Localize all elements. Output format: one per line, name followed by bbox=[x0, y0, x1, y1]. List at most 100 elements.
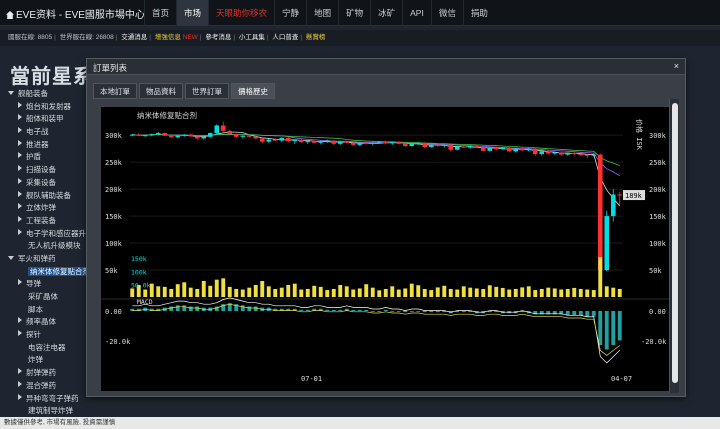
volume-bar bbox=[396, 289, 401, 297]
reference-news-link[interactable]: 參考消息 bbox=[205, 34, 231, 41]
macd-bar bbox=[585, 311, 590, 317]
tab-2[interactable]: 世界訂單 bbox=[185, 83, 229, 99]
traffic-news-link[interactable]: 交通消息 bbox=[121, 34, 147, 41]
nav-item-2[interactable]: 天眼助你移农 bbox=[208, 0, 274, 26]
tree-item[interactable]: 舰船装备 bbox=[0, 88, 92, 101]
nav-item-9[interactable]: 捐助 bbox=[462, 0, 495, 26]
candle-body bbox=[389, 142, 395, 144]
close-button[interactable]: × bbox=[674, 61, 679, 71]
collapsed-arrow-icon[interactable] bbox=[18, 203, 22, 210]
volume-bar bbox=[435, 287, 440, 297]
tree-item[interactable]: 采集设备 bbox=[0, 177, 92, 190]
tree-item[interactable]: 建筑制导炸弹 bbox=[0, 405, 92, 418]
candle-body bbox=[467, 145, 473, 148]
tree-item[interactable]: 频率晶体 bbox=[0, 316, 92, 329]
candle-body bbox=[168, 135, 174, 138]
nav-item-5[interactable]: 矿物 bbox=[338, 0, 370, 26]
macd-bar bbox=[598, 311, 603, 345]
expanded-arrow-icon[interactable] bbox=[8, 91, 14, 95]
tree-item[interactable]: 射弹弹药 bbox=[0, 367, 92, 380]
nav-item-1[interactable]: 市场 bbox=[176, 0, 209, 26]
volume-bar bbox=[572, 287, 577, 297]
collapsed-arrow-icon[interactable] bbox=[18, 190, 22, 197]
tree-item-label: 扫描设备 bbox=[26, 165, 56, 175]
volume-bar bbox=[292, 283, 297, 297]
collapsed-arrow-icon[interactable] bbox=[18, 215, 22, 222]
tree-item[interactable]: 导弹 bbox=[0, 278, 92, 291]
tools-link[interactable]: 小工具集 bbox=[239, 34, 265, 41]
volume-bar bbox=[208, 285, 213, 297]
tree-item[interactable]: 混合弹药 bbox=[0, 380, 92, 393]
tree-item[interactable]: 炮台和发射器 bbox=[0, 101, 92, 114]
tree-item[interactable]: 纳米体修复贴合剂 bbox=[0, 266, 92, 279]
collapsed-arrow-icon[interactable] bbox=[18, 393, 22, 400]
collapsed-arrow-icon[interactable] bbox=[18, 317, 22, 324]
tree-item[interactable]: 采矿晶体 bbox=[0, 291, 92, 304]
tree-item[interactable]: 探针 bbox=[0, 329, 92, 342]
x-tick: 04-07 bbox=[611, 375, 632, 383]
macd-bar bbox=[331, 309, 336, 311]
candle-body bbox=[292, 140, 298, 142]
tree-item[interactable]: 推进器 bbox=[0, 139, 92, 152]
collapsed-arrow-icon[interactable] bbox=[18, 152, 22, 159]
online-count: 國服在線: 8805 bbox=[8, 34, 53, 41]
collapsed-arrow-icon[interactable] bbox=[18, 279, 22, 286]
volume-bar bbox=[130, 288, 135, 297]
collapsed-arrow-icon[interactable] bbox=[18, 228, 22, 235]
volume-bar bbox=[565, 289, 570, 297]
collapsed-arrow-icon[interactable] bbox=[18, 127, 22, 134]
candle-body bbox=[565, 152, 571, 155]
collapsed-arrow-icon[interactable] bbox=[18, 380, 22, 387]
tree-item[interactable]: 军火和弹药 bbox=[0, 253, 92, 266]
tree-item[interactable]: 电容注电器 bbox=[0, 342, 92, 355]
tree-item[interactable]: 脚本 bbox=[0, 304, 92, 317]
tree-item[interactable]: 舰队辅助装备 bbox=[0, 190, 92, 203]
volume-bar bbox=[403, 288, 408, 297]
tree-item[interactable]: 炸弹 bbox=[0, 354, 92, 367]
tree-item[interactable]: 护盾 bbox=[0, 151, 92, 164]
tab-3[interactable]: 價格歷史 bbox=[231, 83, 275, 99]
enhanced-info-link[interactable]: 增強信息 bbox=[155, 34, 181, 41]
collapsed-arrow-icon[interactable] bbox=[18, 165, 22, 172]
candle-body bbox=[194, 136, 200, 139]
tree-item[interactable]: 立体炸弹 bbox=[0, 202, 92, 215]
tab-0[interactable]: 本地訂單 bbox=[93, 83, 137, 99]
scrollbar-thumb[interactable] bbox=[672, 103, 678, 383]
census-link[interactable]: 人口普查 bbox=[272, 34, 298, 41]
dialog-scrollbar[interactable] bbox=[669, 99, 679, 393]
candle-body bbox=[376, 141, 382, 143]
collapsed-arrow-icon[interactable] bbox=[18, 139, 22, 146]
tree-item[interactable]: 无人机升级模块 bbox=[0, 240, 92, 253]
tab-1[interactable]: 物品資料 bbox=[139, 83, 183, 99]
volume-bar bbox=[539, 289, 544, 297]
tree-item[interactable]: 电子战 bbox=[0, 126, 92, 139]
nav-item-8[interactable]: 微信 bbox=[430, 0, 463, 26]
tree-item[interactable]: 异种弯弯子弹药 bbox=[0, 393, 92, 406]
site-brand[interactable]: EVE资料 - EVE國服市場中心 bbox=[6, 6, 145, 21]
candle-body bbox=[311, 141, 317, 143]
collapsed-arrow-icon[interactable] bbox=[18, 330, 22, 337]
home-icon bbox=[6, 11, 14, 19]
bounty-link[interactable]: 懸賞榜 bbox=[306, 34, 326, 41]
collapsed-arrow-icon[interactable] bbox=[18, 368, 22, 375]
tree-item[interactable]: 扫描设备 bbox=[0, 164, 92, 177]
tree-item[interactable]: 船体和装甲 bbox=[0, 113, 92, 126]
collapsed-arrow-icon[interactable] bbox=[18, 101, 22, 108]
tree-item[interactable]: 电子学和感应器升 bbox=[0, 228, 92, 241]
nav-item-6[interactable]: 冰矿 bbox=[370, 0, 402, 26]
macd-bar bbox=[578, 311, 583, 316]
nav-item-4[interactable]: 地图 bbox=[306, 0, 338, 26]
nav-item-0[interactable]: 首页 bbox=[144, 0, 176, 26]
volume-bar bbox=[253, 285, 258, 297]
tree-item[interactable]: 工程装备 bbox=[0, 215, 92, 228]
volume-bar bbox=[383, 289, 388, 297]
collapsed-arrow-icon[interactable] bbox=[18, 114, 22, 121]
candle-body bbox=[604, 216, 610, 271]
price-tick-left: 150k bbox=[105, 213, 123, 221]
volume-bar bbox=[487, 285, 492, 297]
nav-item-3[interactable]: 宁静 bbox=[274, 0, 306, 26]
collapsed-arrow-icon[interactable] bbox=[18, 177, 22, 184]
nav-item-7[interactable]: API bbox=[402, 0, 431, 26]
expanded-arrow-icon[interactable] bbox=[8, 255, 14, 260]
ma-line-mid bbox=[132, 133, 620, 177]
